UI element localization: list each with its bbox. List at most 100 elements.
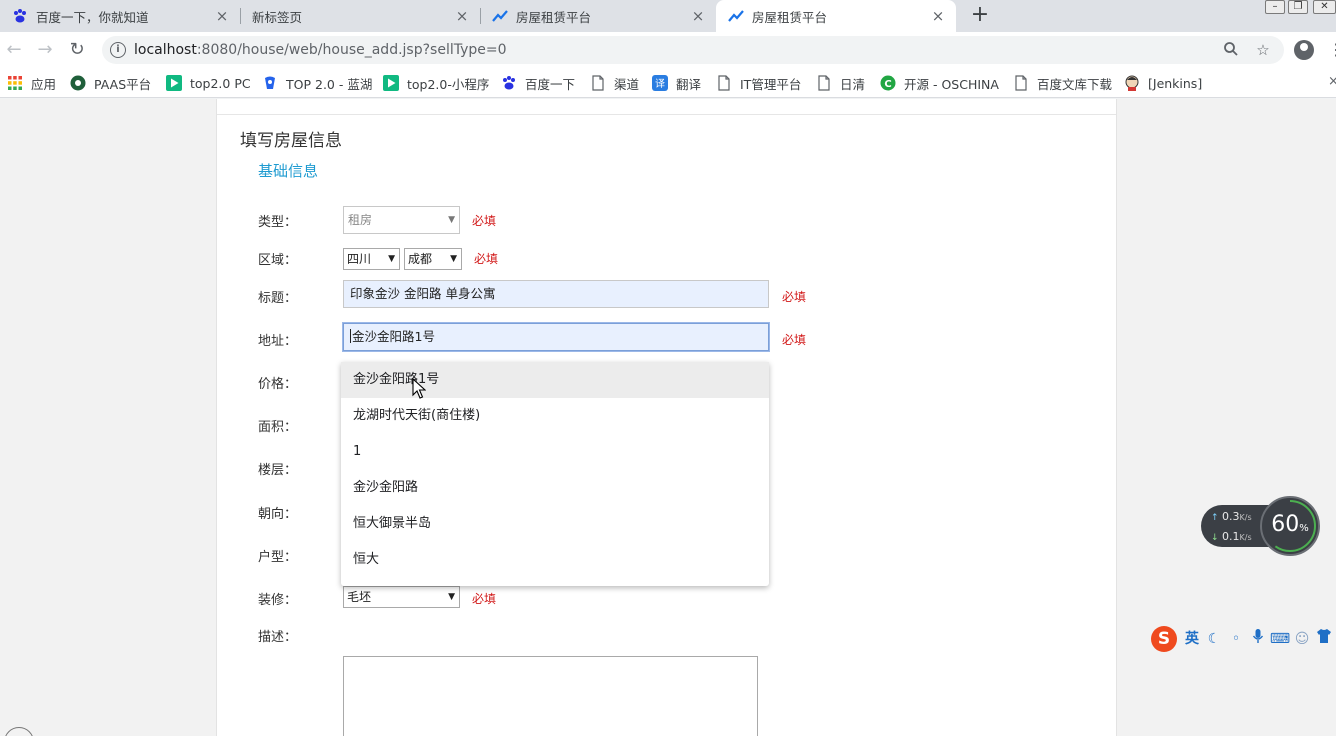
address-input-value: 金沙金阳路1号: [352, 329, 435, 344]
bookmark-channel[interactable]: 渠道: [590, 74, 639, 92]
chevron-down-icon: ▼: [448, 215, 455, 225]
tab-house-rental-1[interactable]: 房屋租赁平台 ×: [480, 0, 716, 32]
bookmark-label: top2.0 PC: [190, 75, 251, 91]
bookmark-translate[interactable]: 译 翻译: [652, 74, 701, 92]
close-icon[interactable]: ×: [214, 8, 230, 24]
autocomplete-item[interactable]: 恒大: [341, 542, 769, 578]
autocomplete-item[interactable]: 1: [341, 434, 769, 470]
tab-new-tab[interactable]: 新标签页 ×: [240, 0, 480, 32]
svg-text:译: 译: [655, 78, 665, 90]
user-icon[interactable]: ☺: [1291, 628, 1313, 650]
autocomplete-item[interactable]: 恒大御景半岛: [341, 506, 769, 542]
close-icon[interactable]: ×: [690, 8, 706, 24]
title-input[interactable]: 印象金沙 金阳路 单身公寓: [343, 280, 769, 308]
tab-title: 房屋租赁平台: [516, 9, 592, 25]
tab-title: 新标签页: [252, 9, 303, 25]
province-select-value: 四川: [347, 252, 372, 266]
bookmark-label: 百度文库下载: [1037, 76, 1113, 92]
bookmark-baidu[interactable]: 百度一下: [501, 74, 575, 92]
type-select[interactable]: 租房 ▼: [343, 206, 460, 234]
url-path: :8080/house/web/house_add.jsp?sellType=0: [196, 42, 507, 58]
floor-label: 楼层：: [258, 463, 298, 478]
title-input-value: 印象金沙 金阳路 单身公寓: [350, 286, 496, 301]
decoration-label: 装修：: [258, 593, 298, 608]
tab-title: 房屋租赁平台: [752, 9, 828, 25]
address-bar[interactable]: i localhost:8080/house/web/house_add.jsp…: [102, 36, 1284, 64]
svg-text:C: C: [884, 79, 891, 90]
title-label: 标题：: [258, 291, 298, 306]
menu-dots-icon[interactable]: ⋮: [1328, 38, 1336, 62]
city-select[interactable]: 成都 ▼: [404, 248, 462, 270]
required-mark: 必填: [472, 592, 497, 606]
baidu-paw-icon: [12, 8, 28, 24]
gauge-number: 60: [1271, 512, 1300, 537]
moon-icon[interactable]: ☾: [1203, 628, 1225, 650]
autocomplete-item[interactable]: 金沙金阳路: [341, 470, 769, 506]
reload-button[interactable]: ↻: [65, 38, 89, 62]
bookmark-wenku[interactable]: 百度文库下载: [1013, 74, 1112, 92]
restore-button[interactable]: ❐: [1288, 0, 1308, 14]
orientation-label: 朝向：: [258, 507, 298, 522]
gauge-value: 60%: [1262, 512, 1318, 537]
shirt-icon[interactable]: [1313, 628, 1335, 650]
decoration-select[interactable]: 毛坯 ▼: [343, 586, 460, 608]
page-icon: [816, 75, 832, 91]
new-tab-button[interactable]: +: [968, 4, 992, 28]
address-autocomplete-list: 金沙金阳路1号 龙湖时代天街(商住楼) 1 金沙金阳路 恒大御景半岛 恒大: [341, 362, 769, 586]
bookmarks-close-icon[interactable]: ×: [1328, 74, 1336, 89]
tab-baidu[interactable]: 百度一下，你就知道 ×: [0, 0, 240, 32]
play-green-icon: [383, 75, 399, 91]
province-select[interactable]: 四川 ▼: [343, 248, 400, 270]
microphone-icon[interactable]: [1247, 628, 1269, 650]
back-button[interactable]: ←: [2, 38, 26, 62]
baidu-paw-icon: [501, 75, 517, 91]
bookmark-star-icon[interactable]: ☆: [1254, 41, 1272, 59]
speed-unit: K/s: [1239, 513, 1252, 522]
translate-icon: 译: [652, 75, 668, 91]
zoom-icon[interactable]: [1222, 41, 1240, 59]
profile-avatar-icon[interactable]: [1294, 40, 1314, 60]
close-window-button[interactable]: ✕: [1313, 0, 1336, 14]
type-select-value: 租房: [348, 213, 373, 227]
autocomplete-item[interactable]: 金沙金阳路1号: [341, 362, 769, 398]
tab-house-rental-2[interactable]: 房屋租赁平台 ×: [716, 0, 956, 32]
bookmark-oschina[interactable]: C 开源 - OSCHINA: [880, 74, 999, 92]
text-caret: [350, 329, 351, 343]
bookmark-jenkins[interactable]: [Jenkins]: [1124, 74, 1202, 92]
region-label: 区域：: [258, 253, 298, 268]
divider: [217, 114, 1116, 115]
bookmark-top2-miniapp[interactable]: top2.0-小程序: [383, 74, 489, 92]
bookmark-riqing[interactable]: 日清: [816, 74, 865, 92]
punctuation-icon[interactable]: ◦: [1225, 628, 1247, 650]
section-title: 基础信息: [258, 162, 319, 180]
sogou-logo-icon[interactable]: S: [1151, 626, 1177, 652]
forward-button[interactable]: →: [33, 38, 57, 62]
bookmark-lanhu[interactable]: TOP 2.0 - 蓝湖: [262, 74, 372, 92]
bookmark-label: TOP 2.0 - 蓝湖: [286, 76, 373, 92]
bookmark-top2-pc[interactable]: top2.0 PC: [166, 74, 251, 92]
trend-chart-icon: [728, 8, 744, 24]
mouse-cursor-icon: [412, 378, 426, 399]
layout-label: 户型：: [258, 550, 298, 565]
memory-gauge[interactable]: 60%: [1260, 496, 1320, 556]
download-speed: ↓ 0.1K/s: [1211, 530, 1252, 543]
description-textarea[interactable]: [343, 656, 758, 736]
minimize-button[interactable]: –: [1265, 0, 1285, 14]
url-text[interactable]: localhost:8080/house/web/house_add.jsp?s…: [134, 42, 507, 58]
keyboard-icon[interactable]: ⌨: [1269, 628, 1291, 650]
decoration-select-value: 毛坯: [347, 590, 372, 604]
download-speed-value: 0.1: [1222, 530, 1240, 543]
close-icon[interactable]: ×: [454, 8, 470, 24]
ime-mode-toggle[interactable]: 英: [1181, 628, 1203, 650]
close-icon[interactable]: ×: [930, 8, 946, 24]
bookmark-paas[interactable]: PAAS平台: [70, 74, 151, 92]
address-input[interactable]: 金沙金阳路1号: [343, 323, 769, 351]
apps-grid-icon: [7, 75, 23, 91]
bookmark-apps[interactable]: 应用: [7, 74, 56, 92]
bookmark-label: [Jenkins]: [1148, 75, 1203, 91]
bookmark-label: 应用: [31, 76, 57, 92]
bookmark-it-admin[interactable]: IT管理平台: [716, 74, 801, 92]
info-icon[interactable]: i: [110, 42, 126, 58]
upload-speed: ↑ 0.3K/s: [1211, 510, 1252, 523]
autocomplete-item[interactable]: 龙湖时代天街(商住楼): [341, 398, 769, 434]
